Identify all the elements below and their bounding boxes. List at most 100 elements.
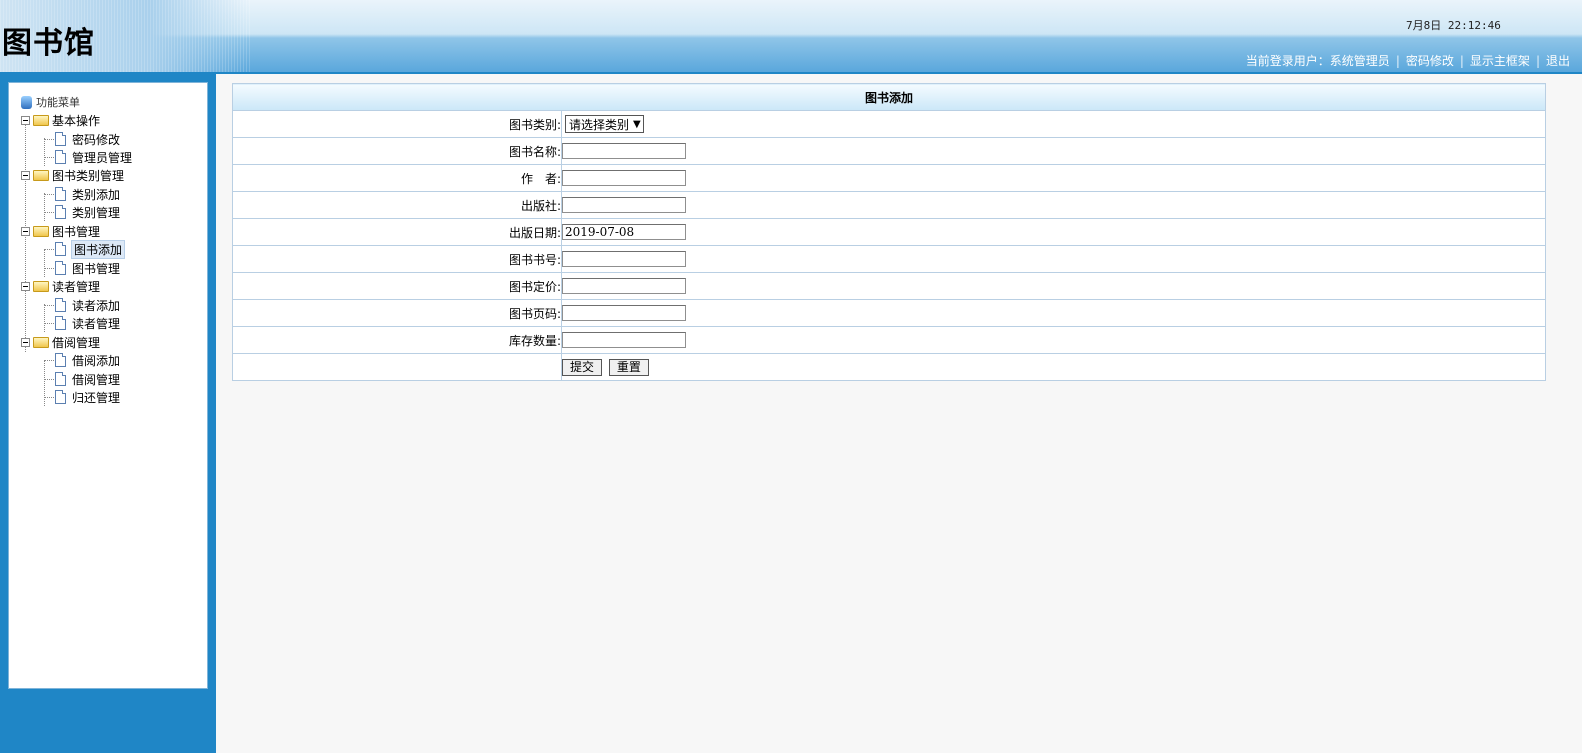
sidebar-item-label: 密码修改	[72, 132, 121, 147]
field-label: 图书页码:	[232, 299, 562, 327]
empty-cell	[232, 353, 562, 381]
tree-group-readers[interactable]: 读者管理	[21, 277, 100, 295]
form-title: 图书添加	[232, 83, 1546, 111]
sidebar-item-return-manage[interactable]: 归还管理	[45, 388, 120, 406]
form-row-price: 图书定价:	[232, 272, 1546, 300]
page-icon	[55, 390, 66, 404]
collapse-icon[interactable]	[21, 337, 30, 347]
collapse-icon[interactable]	[21, 226, 30, 236]
field-label: 作 者:	[232, 164, 562, 192]
sidebar-item-label: 读者管理	[72, 316, 121, 331]
sidebar-item-borrow-manage[interactable]: 借阅管理	[45, 370, 120, 388]
page-icon	[55, 150, 66, 164]
tree-group-label: 基本操作	[52, 113, 101, 128]
field-cell: 2019-07-08	[561, 218, 1546, 246]
field-cell	[561, 137, 1546, 165]
isbn-input[interactable]	[562, 251, 686, 267]
book-name-input[interactable]	[562, 143, 686, 159]
author-input[interactable]	[562, 170, 686, 186]
category-select-value: 请选择类别	[569, 117, 630, 132]
sidebar-item-label: 类别添加	[72, 187, 121, 202]
form-row-publisher: 出版社:	[232, 191, 1546, 219]
form-row-author: 作 者:	[232, 164, 1546, 192]
action-cell: 提交 重置	[561, 353, 1546, 381]
stock-input[interactable]	[562, 332, 686, 348]
sidebar-item-reader-add[interactable]: 读者添加	[45, 296, 120, 314]
collapse-icon[interactable]	[21, 170, 30, 180]
tree-root: 功能菜单	[21, 93, 80, 111]
tree-group-borrow[interactable]: 借阅管理	[21, 333, 100, 351]
field-cell: 请选择类别 ▼	[561, 110, 1546, 138]
tree-group-label: 读者管理	[52, 279, 101, 294]
sidebar-item-admin-manage[interactable]: 管理员管理	[45, 148, 132, 166]
main-content: 图书添加 图书类别: 请选择类别 ▼ 图书名称: 作 者: 出版社: 出版日期:	[232, 83, 1546, 381]
field-cell	[561, 245, 1546, 273]
reset-button[interactable]: 重置	[608, 358, 649, 376]
tree-group-basic[interactable]: 基本操作	[21, 111, 100, 129]
page-icon	[55, 242, 66, 256]
form-row-stock: 库存数量:	[232, 326, 1546, 354]
sidebar: 功能菜单 基本操作 密码修改 管理员管理 图书类别管理 类别添加 类别管理 图书…	[0, 74, 216, 753]
computer-icon	[21, 95, 32, 109]
tree-connector	[45, 305, 54, 306]
sidebar-item-label-selected: 图书添加	[70, 239, 126, 259]
folder-open-icon	[33, 225, 49, 237]
sidebar-item-label: 读者添加	[72, 298, 121, 313]
tree-group-category[interactable]: 图书类别管理	[21, 166, 124, 184]
tree-connector	[45, 212, 54, 213]
page-icon	[55, 298, 66, 312]
form-row-isbn: 图书书号:	[232, 245, 1546, 273]
publisher-input[interactable]	[562, 197, 686, 213]
sidebar-item-category-manage[interactable]: 类别管理	[45, 203, 120, 221]
top-header: 图书馆 7月8日 22:12:46 当前登录用户： 系统管理员 | 密码修改 |…	[0, 0, 1582, 74]
price-input[interactable]	[562, 278, 686, 294]
sidebar-item-borrow-add[interactable]: 借阅添加	[45, 351, 120, 369]
book-add-form: 图书添加 图书类别: 请选择类别 ▼ 图书名称: 作 者: 出版社: 出版日期:	[232, 83, 1546, 381]
field-cell	[561, 326, 1546, 354]
tree-group-label: 图书管理	[52, 224, 101, 239]
page-icon	[55, 353, 66, 367]
field-cell	[561, 164, 1546, 192]
field-label: 出版社:	[232, 191, 562, 219]
form-row-name: 图书名称:	[232, 137, 1546, 165]
sidebar-item-label: 归还管理	[72, 390, 121, 405]
form-title-row: 图书添加	[232, 83, 1546, 111]
logout-link[interactable]: 退出	[1546, 52, 1570, 69]
tree-root-label: 功能菜单	[36, 96, 80, 109]
sidebar-item-reader-manage[interactable]: 读者管理	[45, 314, 120, 332]
category-select[interactable]: 请选择类别 ▼	[565, 115, 644, 133]
logo-area: 图书馆	[0, 0, 250, 72]
show-main-frame-link[interactable]: 显示主框架	[1470, 52, 1530, 69]
sidebar-item-label: 图书管理	[72, 261, 121, 276]
current-user-name: 系统管理员	[1329, 54, 1390, 68]
pages-input[interactable]	[562, 305, 686, 321]
submit-button[interactable]: 提交	[562, 358, 603, 376]
clock: 7月8日 22:12:46	[1406, 19, 1501, 32]
tree-connector	[45, 360, 54, 361]
sidebar-item-category-add[interactable]: 类别添加	[45, 185, 120, 203]
field-label: 图书名称:	[232, 137, 562, 165]
field-cell	[561, 299, 1546, 327]
sidebar-item-label: 借阅管理	[72, 372, 121, 387]
tree-connector	[45, 157, 54, 158]
user-bar: 当前登录用户： 系统管理员 | 密码修改 | 显示主框架 | 退出	[1246, 52, 1570, 69]
page-icon	[55, 187, 66, 201]
sidebar-item-label: 类别管理	[72, 205, 121, 220]
collapse-icon[interactable]	[21, 281, 30, 291]
sidebar-item-book-manage[interactable]: 图书管理	[45, 259, 120, 277]
folder-open-icon	[33, 280, 49, 292]
field-cell	[561, 191, 1546, 219]
field-cell	[561, 272, 1546, 300]
sidebar-item-book-add[interactable]: 图书添加	[45, 239, 126, 259]
current-user-label: 当前登录用户：	[1245, 54, 1330, 68]
publish-date-input[interactable]: 2019-07-08	[562, 224, 686, 240]
sidebar-item-change-password[interactable]: 密码修改	[45, 130, 120, 148]
collapse-icon[interactable]	[21, 115, 30, 125]
tree-group-books[interactable]: 图书管理	[21, 222, 100, 240]
form-row-publish-date: 出版日期: 2019-07-08	[232, 218, 1546, 246]
page-icon	[55, 372, 66, 386]
tree-connector	[45, 268, 54, 269]
page-icon	[55, 316, 66, 330]
change-password-link[interactable]: 密码修改	[1406, 52, 1454, 69]
page-icon	[55, 132, 66, 146]
